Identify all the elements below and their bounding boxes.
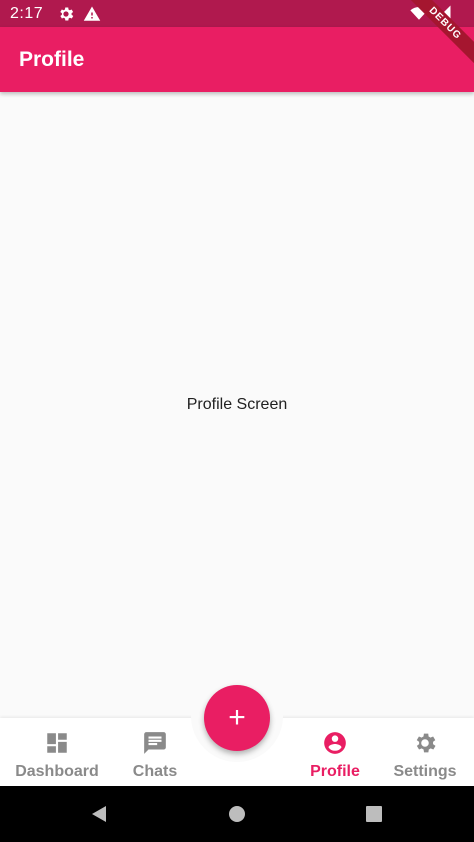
nav-label-dashboard: Dashboard [15,763,99,780]
nav-label-profile: Profile [310,763,360,780]
gear-icon [412,730,438,763]
gear-icon [57,5,75,23]
account-circle-icon [322,730,348,763]
status-time: 2:17 [10,4,44,22]
add-fab-button[interactable]: + [204,685,270,751]
system-navigation-bar [0,786,474,842]
chat-icon [142,730,168,763]
nav-item-profile[interactable]: Profile [288,718,382,786]
back-icon[interactable] [89,804,109,824]
dashboard-icon [44,730,70,763]
nav-label-chats: Chats [132,763,178,780]
signal-icon [434,4,452,27]
recents-icon[interactable] [364,804,384,824]
nav-label-settings: Settings [393,763,457,780]
home-icon[interactable] [227,804,247,824]
nav-item-dashboard[interactable]: Dashboard [10,718,104,786]
warning-icon [83,5,101,23]
page-title: Profile [19,47,85,71]
main-content: Profile Screen [0,92,474,718]
status-right-icons [410,4,452,27]
nav-item-settings[interactable]: Settings [378,718,472,786]
wifi-icon [410,4,428,27]
plus-icon: + [228,701,246,734]
nav-item-chats[interactable]: Chats [108,718,202,786]
app-bar: Profile [0,27,474,92]
screen-message: Profile Screen [186,396,288,413]
status-bar: 2:17 [0,0,474,27]
